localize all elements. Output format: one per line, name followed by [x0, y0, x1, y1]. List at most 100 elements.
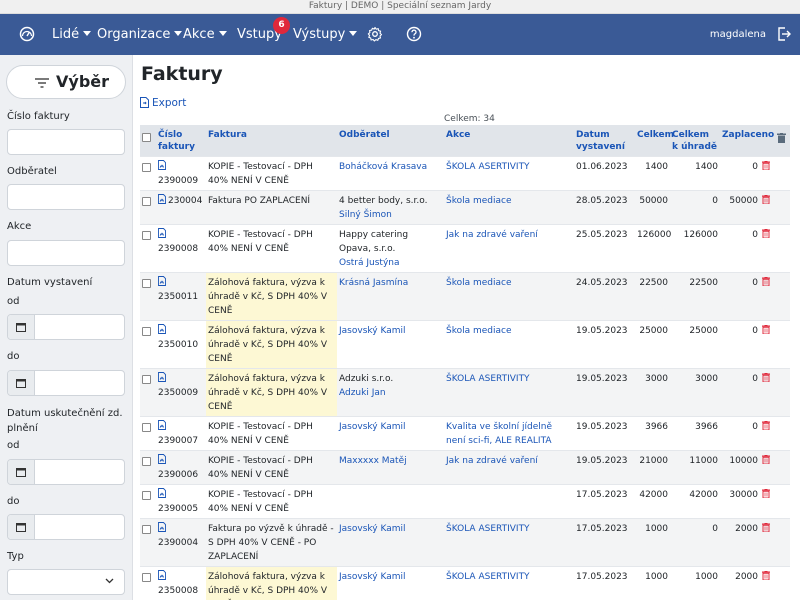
event-link[interactable] [444, 484, 574, 519]
customer-link[interactable]: 4 better body, s.r.o. [339, 194, 442, 208]
event-link[interactable]: Škola mediace [444, 190, 574, 225]
row-checkbox[interactable] [142, 423, 151, 432]
row-checkbox[interactable] [142, 327, 151, 336]
table-row[interactable]: 2390006 KOPIE - Testovací - DPH 40% NENÍ … [140, 450, 790, 485]
table-row[interactable]: 2390004 Faktura po výzvě k úhradě - S DPH… [140, 518, 790, 567]
trash-icon[interactable] [762, 489, 770, 498]
customer-link[interactable]: Maxxxxx Matěj [339, 454, 442, 468]
calendar-button[interactable] [8, 460, 35, 484]
event-link[interactable]: Jak na zdravé vaření [444, 224, 574, 273]
row-checkbox[interactable] [142, 197, 151, 206]
taxable-date-to-input[interactable] [7, 514, 125, 540]
invoice-number-cell[interactable]: 2350008 [156, 566, 206, 600]
pdf-icon[interactable] [158, 570, 166, 580]
row-checkbox[interactable] [142, 375, 151, 384]
select-all-checkbox[interactable] [142, 133, 151, 142]
col-event[interactable]: Akce [444, 125, 574, 157]
col-total[interactable]: Celkem [635, 125, 674, 157]
col-invoice[interactable]: Faktura [206, 125, 337, 157]
issue-date-from-input[interactable] [7, 314, 125, 340]
event-link[interactable]: Jak na zdravé vaření [444, 450, 574, 485]
logout-icon[interactable] [776, 26, 792, 42]
table-row[interactable]: 2390009 KOPIE - Testovací - DPH 40% NENÍ … [140, 156, 790, 191]
event-input[interactable] [7, 240, 125, 266]
user-name[interactable]: magdalena [710, 14, 766, 55]
contact-person-link[interactable]: Ostrá Justýna [339, 256, 442, 270]
pdf-icon[interactable] [158, 454, 166, 464]
invoice-number-cell[interactable]: 2390005 [156, 484, 206, 519]
trash-icon[interactable] [762, 325, 770, 334]
nav-akce[interactable]: Akce [183, 14, 227, 55]
dashboard-icon[interactable] [19, 26, 35, 42]
customer-link[interactable]: Jasovský Kamil [339, 420, 442, 434]
row-checkbox[interactable] [142, 163, 151, 172]
row-checkbox[interactable] [142, 231, 151, 240]
invoice-number-cell[interactable]: 2390004 [156, 518, 206, 567]
pdf-icon[interactable] [158, 488, 166, 498]
col-to-pay[interactable]: Celkem k úhradě [670, 125, 720, 157]
filter-toggle[interactable]: Výběr [6, 65, 126, 99]
table-row[interactable]: 230004 Faktura PO ZAPLACENÍ 4 better body,… [140, 190, 790, 225]
invoice-number-cell[interactable]: 2390009 [156, 156, 206, 191]
table-row[interactable]: 2350008 Zálohová faktura, výzva k úhradě … [140, 566, 790, 600]
pdf-icon[interactable] [158, 160, 166, 170]
nav-organizace[interactable]: Organizace [97, 14, 183, 55]
contact-person-link[interactable]: Adzuki Jan [339, 386, 442, 400]
col-number[interactable]: Číslo faktury [156, 125, 206, 157]
event-link[interactable]: Škola mediace [444, 320, 574, 369]
pdf-icon[interactable] [158, 372, 166, 382]
row-checkbox[interactable] [142, 491, 151, 500]
table-row[interactable]: 2390005 KOPIE - Testovací - DPH 40% NENÍ … [140, 484, 790, 519]
col-customer[interactable]: Odběratel [337, 125, 444, 157]
calendar-button[interactable] [8, 371, 35, 395]
invoice-number-cell[interactable]: 2390007 [156, 416, 206, 451]
event-link[interactable]: Kvalita ve školní jídelně není sci-fi, A… [444, 416, 574, 451]
invoice-number-cell[interactable]: 2390006 [156, 450, 206, 485]
col-date[interactable]: Datum vystavení [574, 125, 635, 157]
table-row[interactable]: 2390008 KOPIE - Testovací - DPH 40% NENÍ … [140, 224, 790, 273]
customer-link[interactable]: Adzuki s.r.o. [339, 372, 442, 386]
trash-icon[interactable] [762, 277, 770, 286]
help-icon[interactable] [406, 26, 422, 42]
pdf-icon[interactable] [158, 276, 166, 286]
row-checkbox[interactable] [142, 279, 151, 288]
pdf-icon[interactable] [158, 228, 166, 238]
row-checkbox[interactable] [142, 573, 151, 582]
event-link[interactable]: Škola mediace [444, 272, 574, 321]
table-row[interactable]: 2390007 KOPIE - Testovací - DPH 40% NENÍ … [140, 416, 790, 451]
gear-icon[interactable] [367, 26, 383, 42]
customer-input[interactable] [7, 184, 125, 210]
invoice-number-cell[interactable]: 2350011 [156, 272, 206, 321]
customer-link[interactable]: Krásná Jasmína [339, 276, 442, 290]
customer-link[interactable]: Jasovský Kamil [339, 570, 442, 584]
contact-person-link[interactable]: Silný Šimon [339, 208, 442, 222]
pdf-icon[interactable] [158, 324, 166, 334]
nav-lide[interactable]: Lidé [52, 14, 92, 55]
col-paid[interactable]: Zaplaceno [720, 125, 774, 157]
issue-date-to-input[interactable] [7, 370, 125, 396]
export-button[interactable]: Export [140, 97, 186, 109]
pdf-icon[interactable] [158, 194, 166, 204]
taxable-date-from-input[interactable] [7, 459, 125, 485]
pdf-icon[interactable] [158, 522, 166, 532]
trash-icon[interactable] [762, 195, 770, 204]
invoice-number-cell[interactable]: 2350009 [156, 368, 206, 417]
customer-link[interactable]: Boháčková Krasava [339, 160, 442, 174]
invoice-number-input[interactable] [7, 129, 125, 155]
trash-icon[interactable] [762, 161, 770, 170]
trash-icon[interactable] [762, 571, 770, 580]
calendar-button[interactable] [8, 515, 35, 539]
invoice-number-cell[interactable]: 230004 [156, 190, 206, 225]
customer-link[interactable]: Jasovský Kamil [339, 324, 442, 338]
trash-icon[interactable] [762, 523, 770, 532]
trash-icon[interactable] [762, 455, 770, 464]
customer-link[interactable]: Happy catering Opava, s.r.o. [339, 228, 442, 256]
event-link[interactable]: ŠKOLA ASERTIVITY [444, 566, 574, 600]
event-link[interactable]: ŠKOLA ASERTIVITY [444, 156, 574, 191]
invoice-number-cell[interactable]: 2350010 [156, 320, 206, 369]
calendar-button[interactable] [8, 315, 35, 339]
type-select[interactable] [7, 569, 125, 595]
table-row[interactable]: 2350009 Zálohová faktura, výzva k úhradě … [140, 368, 790, 417]
trash-icon[interactable] [762, 421, 770, 430]
event-link[interactable]: ŠKOLA ASERTIVITY [444, 368, 574, 417]
